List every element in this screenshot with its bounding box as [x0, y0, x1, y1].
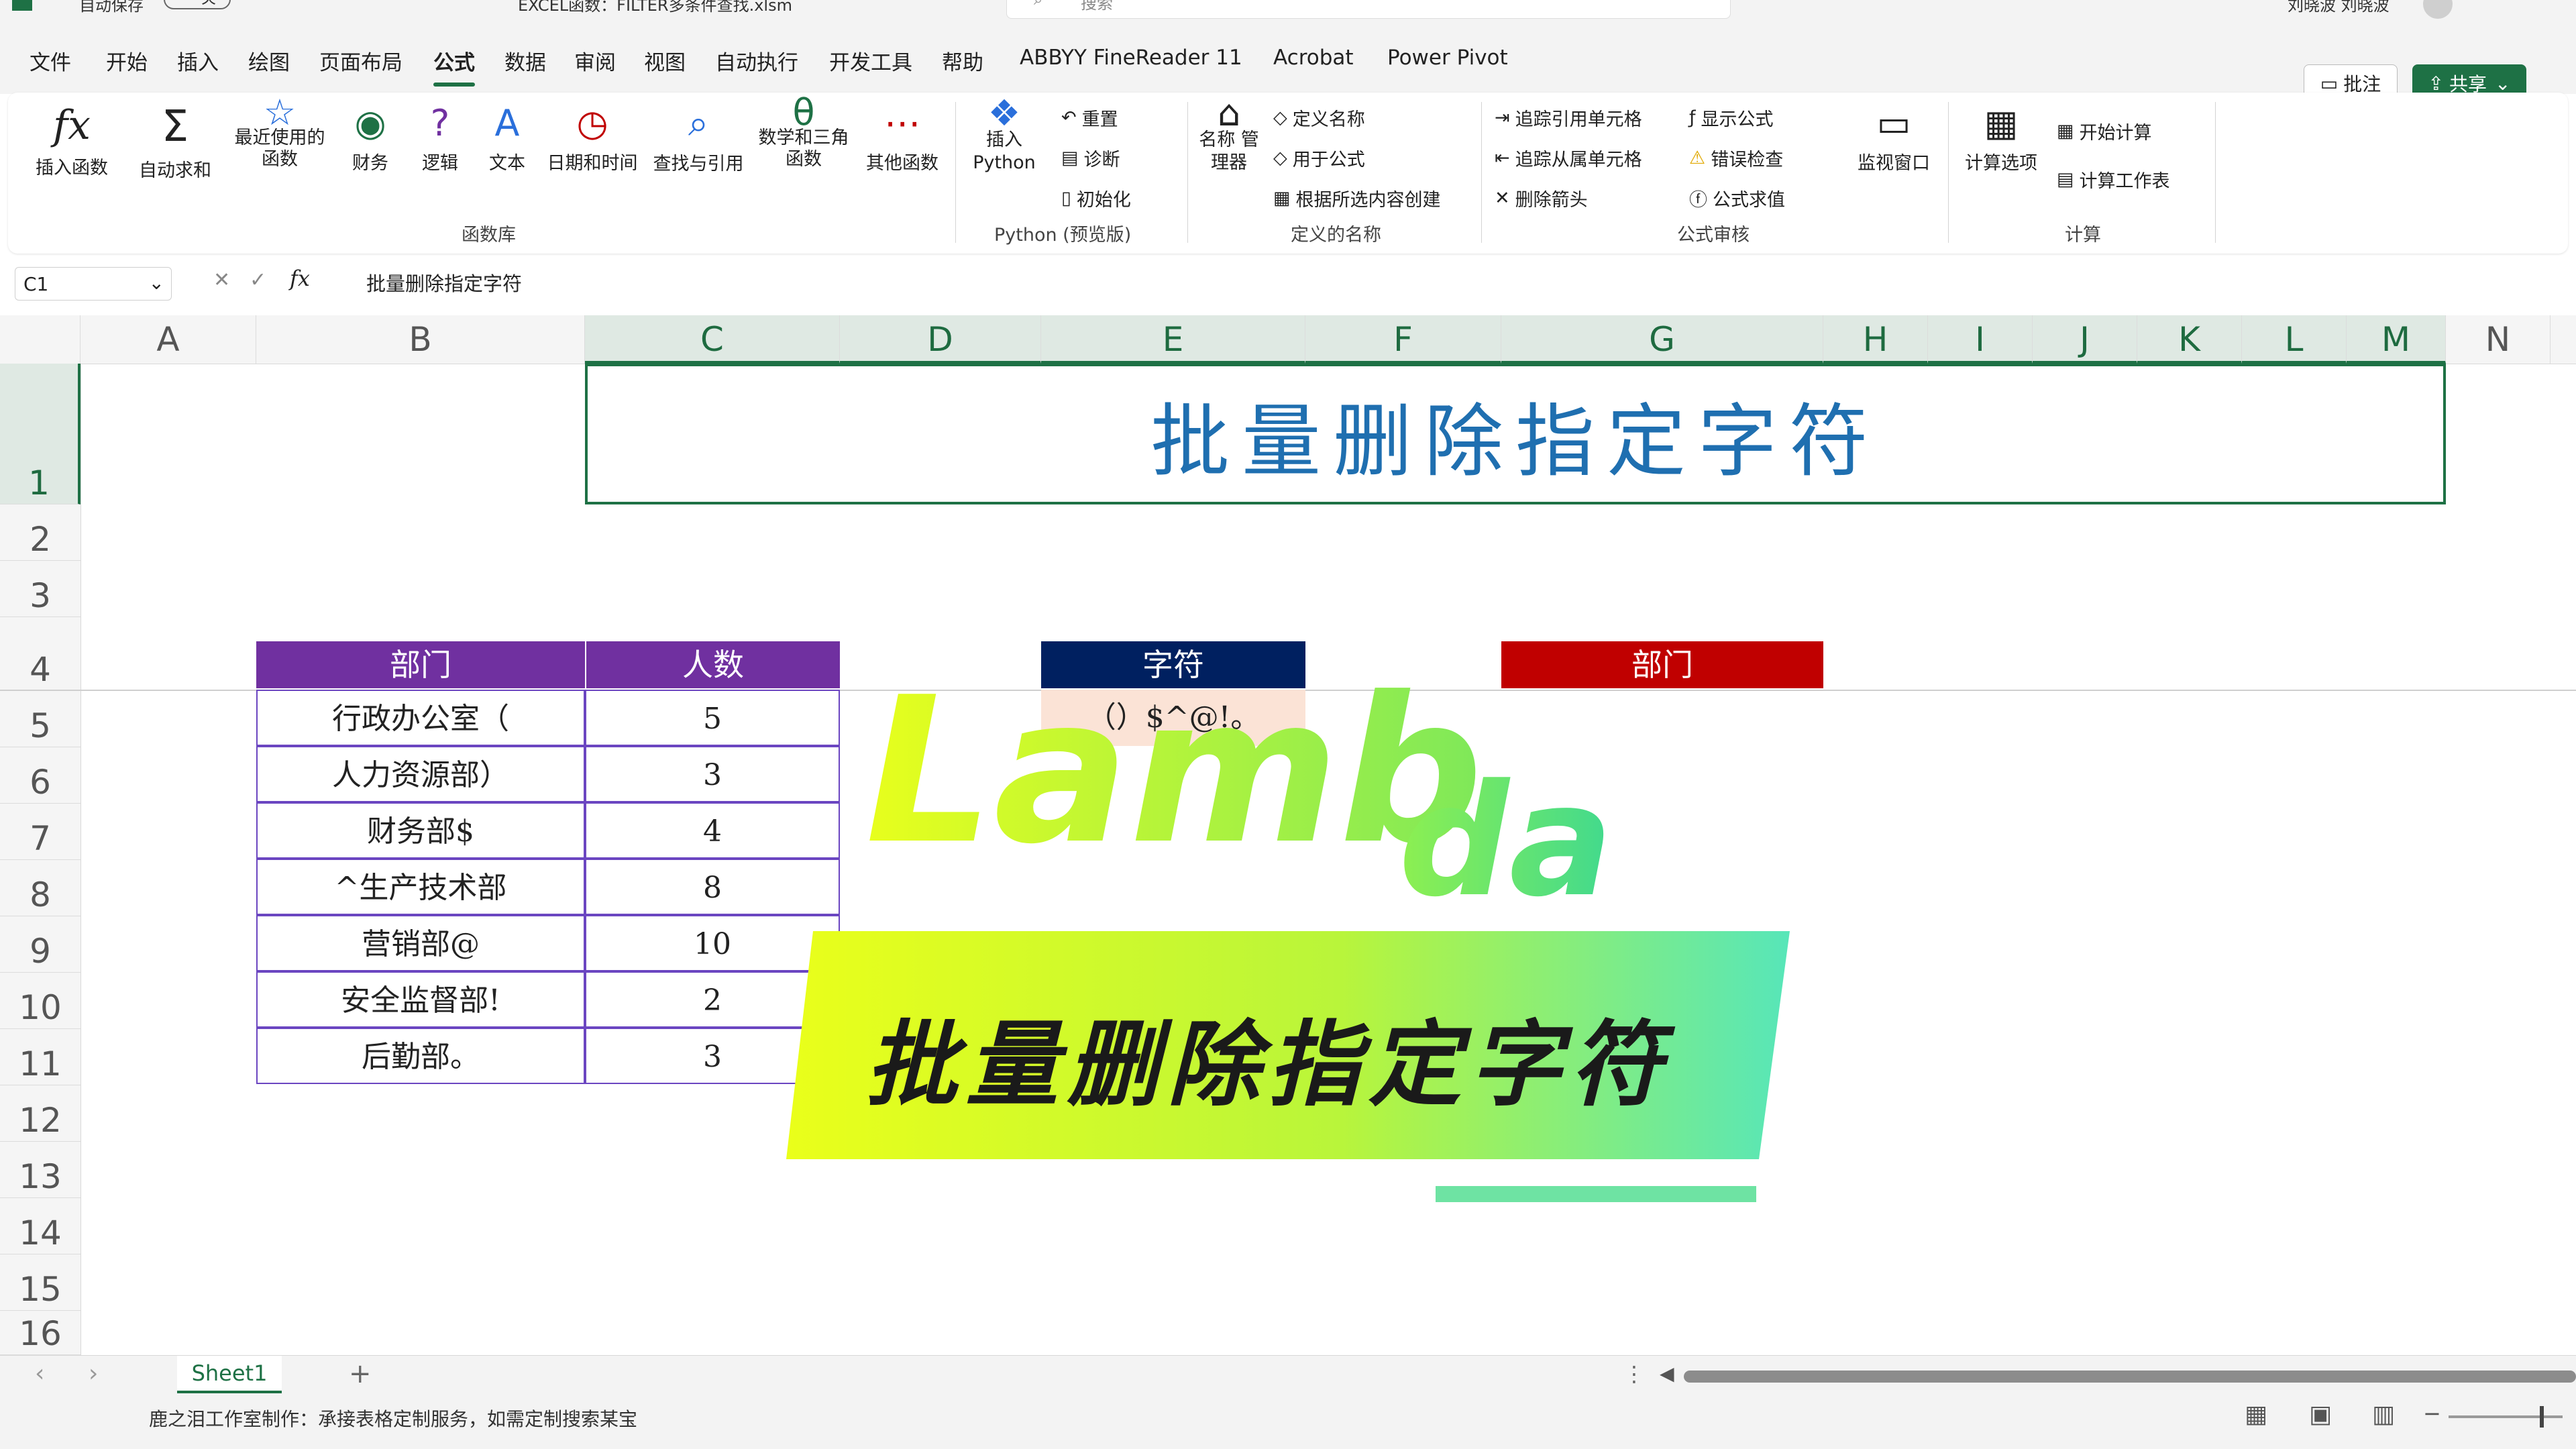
- lambda-title-part1: Lamb: [865, 654, 1483, 888]
- sheet-tab-bar: ‹ › Sheet1 + ⋮ ◀: [0, 1355, 2576, 1396]
- add-sheet-button[interactable]: +: [349, 1358, 372, 1389]
- zoom-slider[interactable]: [2449, 1415, 2563, 1418]
- page-layout-view-icon[interactable]: ▣: [2309, 1401, 2332, 1428]
- status-message: 鹿之泪工作室制作：承接表格定制服务，如需定制搜索某宝: [149, 1408, 638, 1430]
- scroll-left-icon[interactable]: ◀: [1660, 1362, 1674, 1385]
- chevron-left-icon[interactable]: ‹: [35, 1360, 44, 1387]
- horizontal-scrollbar[interactable]: [1684, 1371, 2576, 1383]
- lambda-title-part2: da: [1399, 752, 1613, 931]
- chevron-right-icon[interactable]: ›: [89, 1360, 98, 1387]
- zoom-out-icon[interactable]: −: [2423, 1401, 2441, 1426]
- more-options-icon[interactable]: ⋮: [1623, 1361, 1645, 1387]
- status-bar: 鹿之泪工作室制作：承接表格定制服务，如需定制搜索某宝 ▦ ▣ ▥ −: [0, 1395, 2576, 1449]
- banner-text: 批量删除指定字符: [865, 1010, 1671, 1119]
- normal-view-icon[interactable]: ▦: [2245, 1401, 2267, 1428]
- sheet-tab-sheet1[interactable]: Sheet1: [177, 1356, 282, 1393]
- page-break-view-icon[interactable]: ▥: [2372, 1401, 2395, 1428]
- zoom-slider-handle[interactable]: [2540, 1406, 2544, 1428]
- banner-underline: [1436, 1186, 1756, 1202]
